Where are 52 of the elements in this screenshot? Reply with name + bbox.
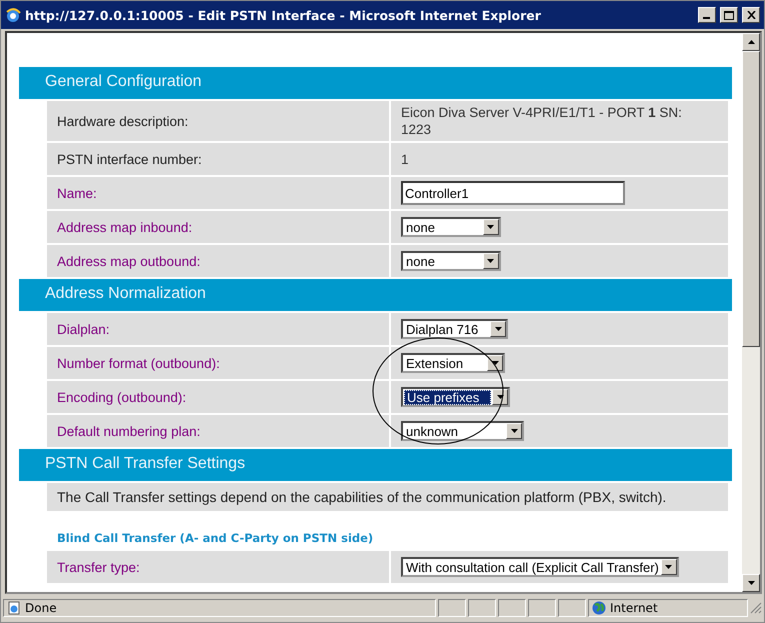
field-label: Address map inbound: <box>47 211 389 243</box>
dropdown[interactable]: Use prefixes <box>401 387 510 407</box>
field-value: Eicon Diva Server V-4PRI/E1/T1 - PORT 1 SN: 1223 <box>401 104 683 138</box>
field-label: PSTN interface number: <box>47 143 389 175</box>
dropdown[interactable]: Dialplan 716 <box>401 319 508 339</box>
status-pane <box>498 599 526 617</box>
field-label: Encoding (outbound): <box>47 381 389 413</box>
caret-down-icon <box>494 327 502 331</box>
field-label: Address map outbound: <box>47 245 389 277</box>
subsection-title: Blind Call Transfer (A- and C-Party on PSTN side) <box>57 531 374 545</box>
caret-down-icon <box>492 361 499 365</box>
section-header: General Configuration <box>19 67 732 99</box>
maximize-button[interactable] <box>720 7 738 23</box>
field-label: Default numbering plan: <box>47 415 389 447</box>
field-value: 1 <box>401 150 409 168</box>
dropdown[interactable]: unknown <box>401 421 524 441</box>
field-label: Hardware description: <box>47 101 389 141</box>
close-icon <box>746 11 756 19</box>
caret-down-icon <box>487 259 494 263</box>
status-pane <box>528 599 556 617</box>
globe-icon <box>592 601 606 615</box>
dropdown[interactable]: Extension <box>401 353 506 373</box>
page-icon <box>7 601 21 615</box>
close-button[interactable] <box>742 7 760 23</box>
caret-down-icon <box>665 565 672 569</box>
caret-down-icon <box>510 429 518 433</box>
dropdown[interactable]: With consultation call (Explicit Call Transfer) <box>401 557 679 577</box>
name-input[interactable]: Controller1 <box>401 181 625 205</box>
status-pane <box>438 599 466 617</box>
status-pane <box>558 599 586 617</box>
field-label: Transfer type: <box>47 551 389 583</box>
window-title: http://127.0.0.1:10005 - Edit PSTN Interface - Microsoft Internet Explorer <box>25 8 542 22</box>
dropdown[interactable]: none <box>401 251 501 271</box>
resize-grip-icon[interactable] <box>750 602 762 614</box>
caret-down-icon <box>748 581 754 585</box>
section-description: The Call Transfer settings depend on the capabilities of the communication platform (PBX, switch). <box>47 483 728 511</box>
browser-icon <box>5 7 21 23</box>
section-header: PSTN Call Transfer Settings <box>19 449 732 481</box>
zone-text: Internet <box>610 601 658 615</box>
field-label: Name: <box>47 177 389 209</box>
maximize-icon <box>724 10 734 20</box>
caret-down-icon <box>487 225 494 229</box>
scrollbar[interactable] <box>742 33 760 592</box>
dropdown[interactable]: none <box>401 217 501 237</box>
caret-down-icon <box>496 395 504 399</box>
field-label: Number format (outbound): <box>47 347 389 379</box>
field-label: Dialplan: <box>47 313 389 345</box>
status-text: Done <box>25 601 57 615</box>
caret-up-icon <box>748 40 754 44</box>
minimize-button[interactable] <box>698 7 716 23</box>
section-header: Address Normalization <box>19 279 732 311</box>
status-pane <box>468 599 496 617</box>
